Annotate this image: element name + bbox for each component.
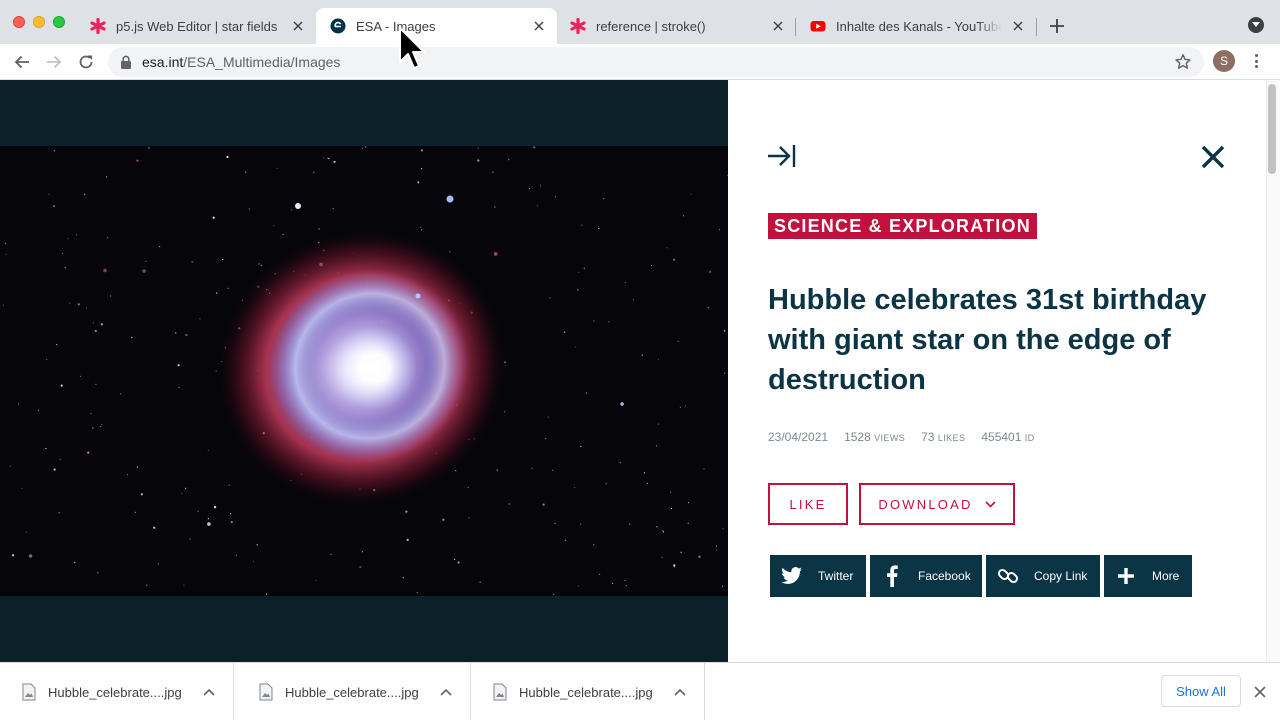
- copy-link-label: Copy Link: [1034, 569, 1088, 583]
- tab-search-button[interactable]: [1248, 17, 1264, 33]
- image-file-icon: [493, 683, 507, 701]
- profile-avatar[interactable]: S: [1213, 50, 1235, 72]
- tab-title: ESA - Images: [356, 18, 436, 34]
- chevron-up-icon[interactable]: [674, 688, 686, 696]
- category-badge[interactable]: SCIENCE & EXPLORATION: [768, 213, 1037, 239]
- copy-link-button[interactable]: Copy Link: [986, 555, 1100, 597]
- image-metadata: 23/04/2021 1528 VIEWS 73 LIKES 455401 ID: [768, 430, 1035, 444]
- browser-tabstrip: p5.js Web Editor | star fields ESA - Ima…: [0, 0, 1280, 44]
- chevron-up-icon[interactable]: [203, 688, 215, 696]
- download-button[interactable]: DOWNLOAD: [859, 483, 1015, 525]
- image-headline: Hubble celebrates 31st birthday with gia…: [768, 284, 1207, 396]
- nebula-image: [0, 146, 728, 596]
- p5-asterisk-icon: [570, 18, 586, 34]
- esa-logo-icon: [330, 18, 346, 34]
- window-minimize-button[interactable]: [33, 16, 45, 28]
- download-label: DOWNLOAD: [878, 496, 973, 512]
- show-all-downloads-button[interactable]: Show All: [1161, 675, 1241, 707]
- download-item[interactable]: Hubble_celebrate....jpg: [237, 663, 471, 720]
- url-text: esa.int/ESA_Multimedia/Images: [142, 54, 340, 70]
- chevron-up-icon[interactable]: [440, 688, 452, 696]
- image-file-icon: [22, 683, 36, 701]
- bookmark-star-icon[interactable]: [1174, 53, 1192, 71]
- plus-icon: [1050, 19, 1064, 33]
- reload-button[interactable]: [76, 52, 96, 72]
- image-viewer: [0, 80, 728, 662]
- twitter-icon: [780, 564, 804, 588]
- tab-separator: [1036, 18, 1037, 36]
- tab-p5-editor[interactable]: p5.js Web Editor | star fields: [76, 8, 316, 44]
- forward-button[interactable]: [44, 52, 64, 72]
- close-panel-icon[interactable]: [1200, 144, 1226, 170]
- tab-title: p5.js Web Editor | star fields: [116, 18, 278, 34]
- like-button[interactable]: LIKE: [768, 483, 848, 525]
- tab-esa-images[interactable]: ESA - Images: [316, 8, 557, 44]
- p5-asterisk-icon: [90, 18, 106, 34]
- window-close-button[interactable]: [13, 16, 25, 28]
- hubble-star-image[interactable]: [0, 146, 728, 596]
- chevron-down-icon: [1252, 22, 1260, 27]
- tab-youtube-studio[interactable]: Inhalte des Kanals - YouTube Studio: [796, 8, 1036, 44]
- tab-close-icon[interactable]: [531, 18, 547, 34]
- facebook-label: Facebook: [918, 569, 971, 583]
- youtube-icon: [810, 18, 826, 34]
- tab-close-icon[interactable]: [290, 18, 306, 34]
- tab-close-icon[interactable]: [770, 18, 786, 34]
- tab-close-icon[interactable]: [1010, 18, 1026, 34]
- arrow-left-icon: [14, 55, 29, 69]
- views-count: 1528 VIEWS: [844, 430, 906, 444]
- share-more-button[interactable]: More: [1104, 555, 1192, 597]
- download-filename: Hubble_celebrate....jpg: [48, 684, 182, 700]
- publish-date: 23/04/2021: [768, 430, 829, 444]
- window-zoom-button[interactable]: [53, 16, 65, 28]
- twitter-label: Twitter: [818, 569, 854, 583]
- url-domain: esa.int: [142, 54, 184, 70]
- scrollbar-thumb[interactable]: [1268, 84, 1276, 174]
- facebook-icon: [880, 564, 904, 588]
- address-bar[interactable]: esa.int/ESA_Multimedia/Images: [108, 47, 1204, 77]
- plus-icon: [1114, 564, 1138, 588]
- share-facebook-button[interactable]: Facebook: [870, 555, 982, 597]
- reload-icon: [79, 55, 93, 69]
- download-shelf: Hubble_celebrate....jpg Hubble_celebrate…: [0, 662, 1280, 720]
- close-shelf-icon[interactable]: [1253, 685, 1267, 699]
- download-item[interactable]: Hubble_celebrate....jpg: [0, 663, 234, 720]
- more-label: More: [1152, 569, 1180, 583]
- likes-count: 73 LIKES: [921, 430, 966, 444]
- like-label: LIKE: [789, 496, 827, 512]
- browser-toolbar: esa.int/ESA_Multimedia/Images: [0, 44, 1280, 80]
- browser-menu-button[interactable]: [1250, 52, 1262, 70]
- download-item[interactable]: Hubble_celebrate....jpg: [471, 663, 705, 720]
- share-twitter-button[interactable]: Twitter: [770, 555, 866, 597]
- download-filename: Hubble_celebrate....jpg: [519, 684, 653, 700]
- collapse-panel-icon[interactable]: [767, 143, 797, 169]
- tab-reference-stroke[interactable]: reference | stroke(): [556, 8, 796, 44]
- lock-icon: [121, 55, 131, 69]
- url-path: /ESA_Multimedia/Images: [183, 54, 341, 70]
- new-tab-button[interactable]: [1046, 15, 1068, 37]
- tab-title: reference | stroke(): [596, 18, 706, 34]
- tab-title: Inhalte des Kanals - YouTube Studio: [836, 18, 1002, 34]
- arrow-right-icon: [47, 55, 62, 69]
- download-filename: Hubble_celebrate....jpg: [285, 684, 419, 700]
- image-id: 455401 ID: [981, 430, 1035, 444]
- chevron-down-icon: [985, 500, 996, 508]
- link-icon: [996, 564, 1020, 588]
- back-button[interactable]: [12, 52, 32, 72]
- image-file-icon: [259, 683, 273, 701]
